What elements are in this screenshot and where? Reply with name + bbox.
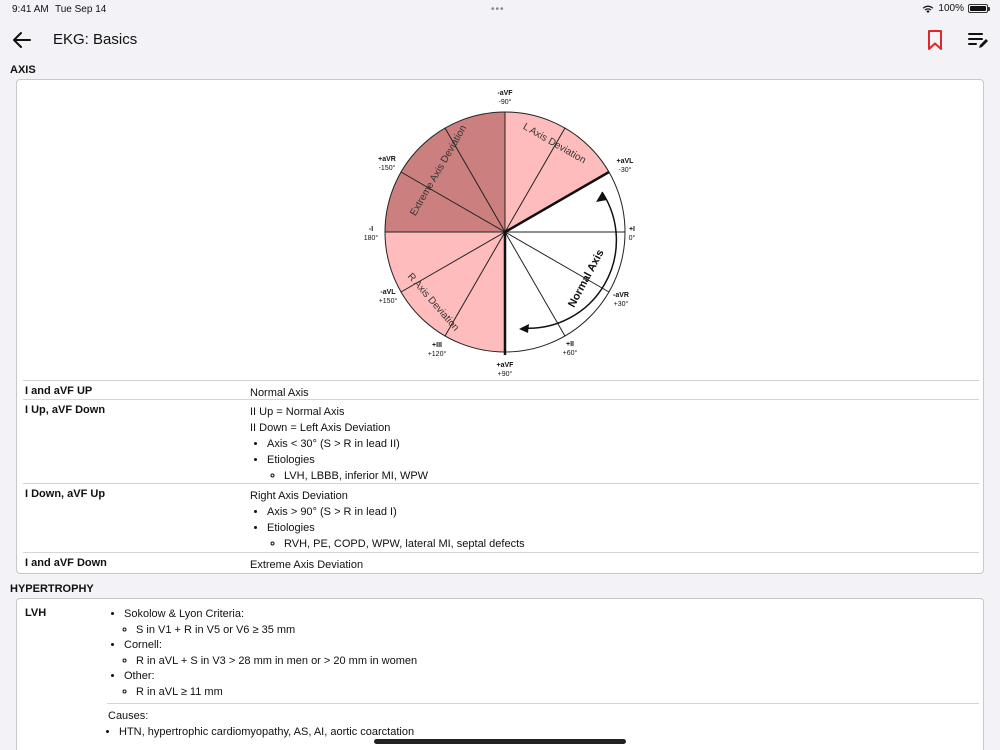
hypertrophy-section-header: HYPERTROPHY [10,583,94,595]
lead-pos-avl-angle: -30° [619,166,632,174]
lead-neg-avf: -aVF [497,90,513,97]
lead-neg-i-angle: 180° [364,234,379,242]
lvh-criteria: Sokolow & Lyon Criteria: S in V1 + R in … [107,607,417,700]
table-row: I and aVF UP Normal Axis [23,380,979,399]
list-item: Cornell: R in aVL + S in V3 > 28 mm in m… [124,638,417,669]
row-text: Right Axis Deviation [250,490,348,502]
battery-icon [968,4,990,13]
list-item: HTN, hypertrophic cardiomyopathy, AS, AI… [119,724,414,740]
lead-pos-iii: +III [432,342,442,349]
lead-pos-avr-angle: -150° [379,164,396,172]
status-right: 100% [922,3,990,14]
page-title: EKG: Basics [53,31,138,48]
lead-pos-i-angle: 0° [629,234,636,242]
lead-pos-avf: +aVF [497,362,515,369]
nav-bar: EKG: Basics [0,20,1000,60]
lead-pos-ii-angle: +60° [563,349,578,357]
list-item: LVH, LBBB, inferior MI, WPW [284,468,428,484]
row-text: II Up = Normal Axis [250,406,345,418]
battery-level [970,6,986,11]
table-row: I and aVF Down Extreme Axis Deviation [23,552,979,573]
row-text: II Down = Left Axis Deviation [250,422,391,434]
right-axis-deviation-sector [385,232,505,352]
lead-pos-avl: +aVL [617,158,635,165]
list-item: R in aVL + S in V3 > 28 mm in men or > 2… [136,654,417,670]
edit-list-icon[interactable] [966,28,990,52]
row-text: Extreme Axis Deviation [250,559,364,571]
list-item: Etiologies LVH, LBBB, inferior MI, WPW [267,452,428,484]
row-value: Extreme Axis Deviation [250,557,363,573]
lead-pos-iii-angle: +120° [428,350,447,358]
status-date: Tue Sep 14 [55,4,107,15]
row-label: I and aVF UP [25,385,93,397]
extreme-axis-deviation-sector [385,112,505,232]
lead-neg-avf-angle: -90° [499,98,512,106]
lead-neg-avl-angle: +150° [379,297,398,305]
battery-percent: 100% [938,3,964,14]
lead-pos-avf-angle: +90° [498,370,513,378]
list-item: Axis > 90° (S > R in lead I) [267,504,525,520]
row-value: Right Axis Deviation Axis > 90° (S > R i… [250,488,525,552]
list-item-text: Etiologies [267,522,315,534]
list-item-text: Cornell: [124,639,162,651]
list-item-text: Other: [124,670,155,682]
lead-neg-avr: -aVR [613,292,629,299]
wifi-icon [923,5,934,13]
axis-card: Extreme Axis Deviation L Axis Deviation … [16,79,984,574]
home-indicator[interactable] [374,739,626,744]
lead-pos-i: +I [629,226,635,233]
lvh-label: LVH [25,607,47,619]
list-item-text: Sokolow & Lyon Criteria: [124,608,245,620]
hypertrophy-card: LVH Sokolow & Lyon Criteria: S in V1 + R… [16,598,984,750]
axis-diagram: Extreme Axis Deviation L Axis Deviation … [364,90,636,378]
list-item: Other: R in aVL ≥ 11 mm [124,669,417,700]
table-row: I Up, aVF Down II Up = Normal Axis II Do… [23,399,979,483]
lead-pos-avr: +aVR [378,156,396,163]
back-arrow-icon[interactable] [10,28,34,52]
lvh-causes: Causes: HTN, hypertrophic cardiomyopathy… [108,708,414,740]
list-item: Sokolow & Lyon Criteria: S in V1 + R in … [124,607,417,638]
divider [107,703,979,704]
causes-label: Causes: [108,710,149,722]
table-row: I Down, aVF Up Right Axis Deviation Axis… [23,483,979,552]
status-time: 9:41 AM [12,4,49,15]
row-value: II Up = Normal Axis II Down = Left Axis … [250,404,428,484]
lead-neg-avl: -aVL [380,289,396,296]
row-label: I and aVF Down [25,557,107,569]
list-item: R in aVL ≥ 11 mm [136,685,417,701]
lead-neg-i: -I [369,226,373,233]
list-item: Etiologies RVH, PE, COPD, WPW, lateral M… [267,520,525,552]
row-label: I Down, aVF Up [25,488,106,500]
list-item: RVH, PE, COPD, WPW, lateral MI, septal d… [284,536,525,552]
bookmark-icon[interactable] [924,28,946,52]
axis-section-header: AXIS [10,64,36,76]
list-item-text: Etiologies [267,454,315,466]
list-item: Axis < 30° (S > R in lead II) [267,436,428,452]
lead-pos-ii: +II [566,341,574,348]
multitasking-dots-icon[interactable]: ••• [491,4,505,15]
row-label: I Up, aVF Down [25,404,106,416]
list-item: S in V1 + R in V5 or V6 ≥ 35 mm [136,623,417,639]
status-bar: 9:41 AM Tue Sep 14 ••• 100% [0,0,1000,20]
lead-neg-avr-angle: +30° [614,300,629,308]
